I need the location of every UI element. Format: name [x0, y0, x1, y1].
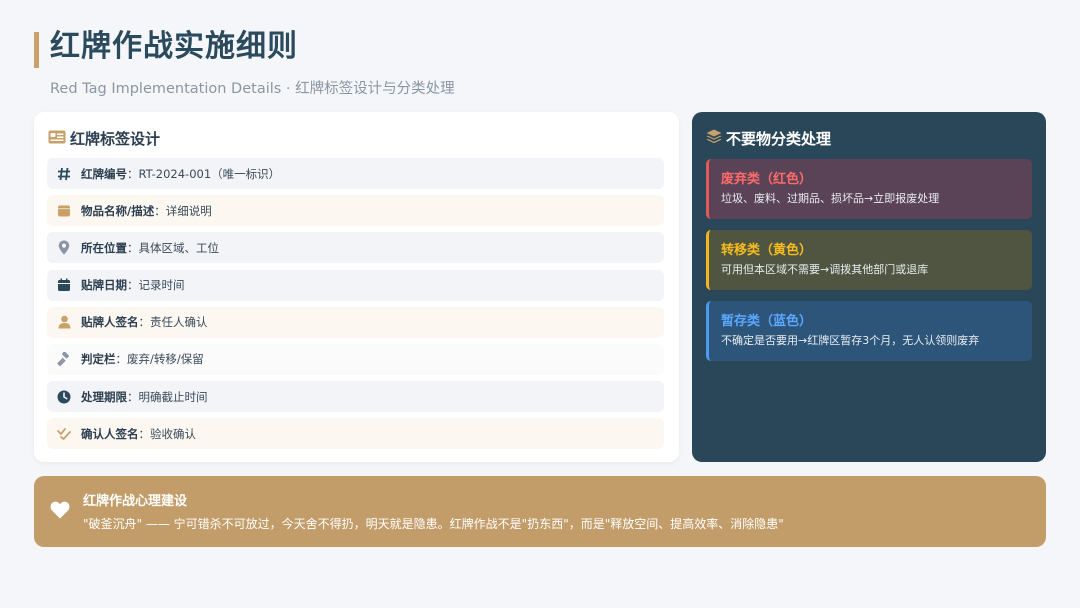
row-key: 贴牌人签名 [81, 315, 139, 330]
list-item: 判定栏：废弃/转移/保留 [47, 343, 664, 375]
row-key: 确认人签名 [81, 426, 139, 441]
category-desc: 垃圾、废料、过期品、损坏品→立即报废处理 [721, 192, 940, 205]
mindset-title: 红牌作战心理建设 [83, 494, 188, 509]
list-item: 物品名称/描述：详细说明 [47, 195, 664, 227]
heart-icon [50, 501, 70, 523]
clock-icon [55, 388, 73, 406]
hash-icon [55, 165, 73, 183]
tag-design-card: 红牌标签设计 红牌编号： RT-2024-001（唯一标识） 物品名称/描述：详细… [34, 112, 679, 462]
list-item: 贴牌日期：记录时间 [47, 269, 664, 301]
category-desc: 可用但本区域不需要→调拨其他部门或退库 [721, 263, 929, 276]
category-hold: 暂存类（蓝色） 不确定是否要用→红牌区暂存3个月，无人认领则废弃 [706, 301, 1032, 361]
category-discard: 废弃类（红色） 垃圾、废料、过期品、损坏品→立即报废处理 [706, 159, 1032, 219]
title-accent-bar [34, 32, 39, 68]
id-card-icon [48, 128, 66, 150]
tag-design-heading: 红牌标签设计 [48, 128, 160, 150]
layers-icon [706, 128, 722, 150]
mindset-banner: 红牌作战心理建设 "破釜沉舟" —— 宁可错杀不可放过，今天舍不得扔，明天就是隐… [34, 476, 1046, 547]
list-item: 贴牌人签名：责任人确认 [47, 306, 664, 338]
gavel-icon [55, 350, 73, 368]
tag-field-list: 红牌编号： RT-2024-001（唯一标识） 物品名称/描述：详细说明 所在位置… [47, 158, 664, 456]
row-key: 红牌编号 [81, 166, 127, 181]
row-key: 处理期限 [81, 389, 127, 404]
row-value: 详细说明 [165, 203, 212, 218]
page-title: 红牌作战实施细则 [50, 29, 298, 64]
check-double-icon [55, 425, 73, 443]
row-value: 记录时间 [138, 278, 185, 293]
category-title: 暂存类（蓝色） [721, 314, 813, 329]
row-key: 判定栏 [81, 352, 116, 367]
list-item: 红牌编号： RT-2024-001（唯一标识） [47, 158, 664, 189]
user-icon [55, 313, 73, 331]
list-item: 处理期限：明确截止时间 [47, 381, 664, 413]
box-icon [55, 202, 73, 220]
list-item: 确认人签名：验收确认 [47, 418, 664, 450]
row-key: 所在位置 [81, 240, 127, 255]
classification-card: 不要物分类处理 废弃类（红色） 垃圾、废料、过期品、损坏品→立即报废处理 转移类… [692, 112, 1046, 462]
row-key: 贴牌日期 [81, 278, 127, 293]
row-key: 物品名称/描述 [81, 203, 155, 218]
row-value: 具体区域、工位 [138, 240, 220, 255]
tag-design-heading-label: 红牌标签设计 [70, 130, 161, 148]
page-subtitle: Red Tag Implementation Details · 红牌标签设计与… [50, 81, 455, 97]
row-value: RT-2024-001（唯一标识） [138, 166, 281, 181]
classification-heading-label: 不要物分类处理 [726, 130, 832, 148]
category-desc: 不确定是否要用→红牌区暂存3个月，无人认领则废弃 [721, 334, 980, 347]
row-value: 验收确认 [150, 426, 196, 441]
category-transfer: 转移类（黄色） 可用但本区域不需要→调拨其他部门或退库 [706, 230, 1032, 290]
row-value: 责任人确认 [150, 315, 208, 330]
calendar-icon [55, 276, 73, 294]
location-pin-icon [55, 239, 73, 257]
category-title: 废弃类（红色） [721, 172, 813, 187]
list-item: 所在位置：具体区域、工位 [47, 232, 664, 264]
classification-heading: 不要物分类处理 [706, 128, 831, 150]
category-title: 转移类（黄色） [721, 243, 813, 258]
mindset-text: "破釜沉舟" —— 宁可错杀不可放过，今天舍不得扔，明天就是隐患。红牌作战不是"… [83, 517, 784, 531]
row-value: 明确截止时间 [138, 389, 208, 404]
row-value: 废弃/转移/保留 [127, 352, 204, 367]
